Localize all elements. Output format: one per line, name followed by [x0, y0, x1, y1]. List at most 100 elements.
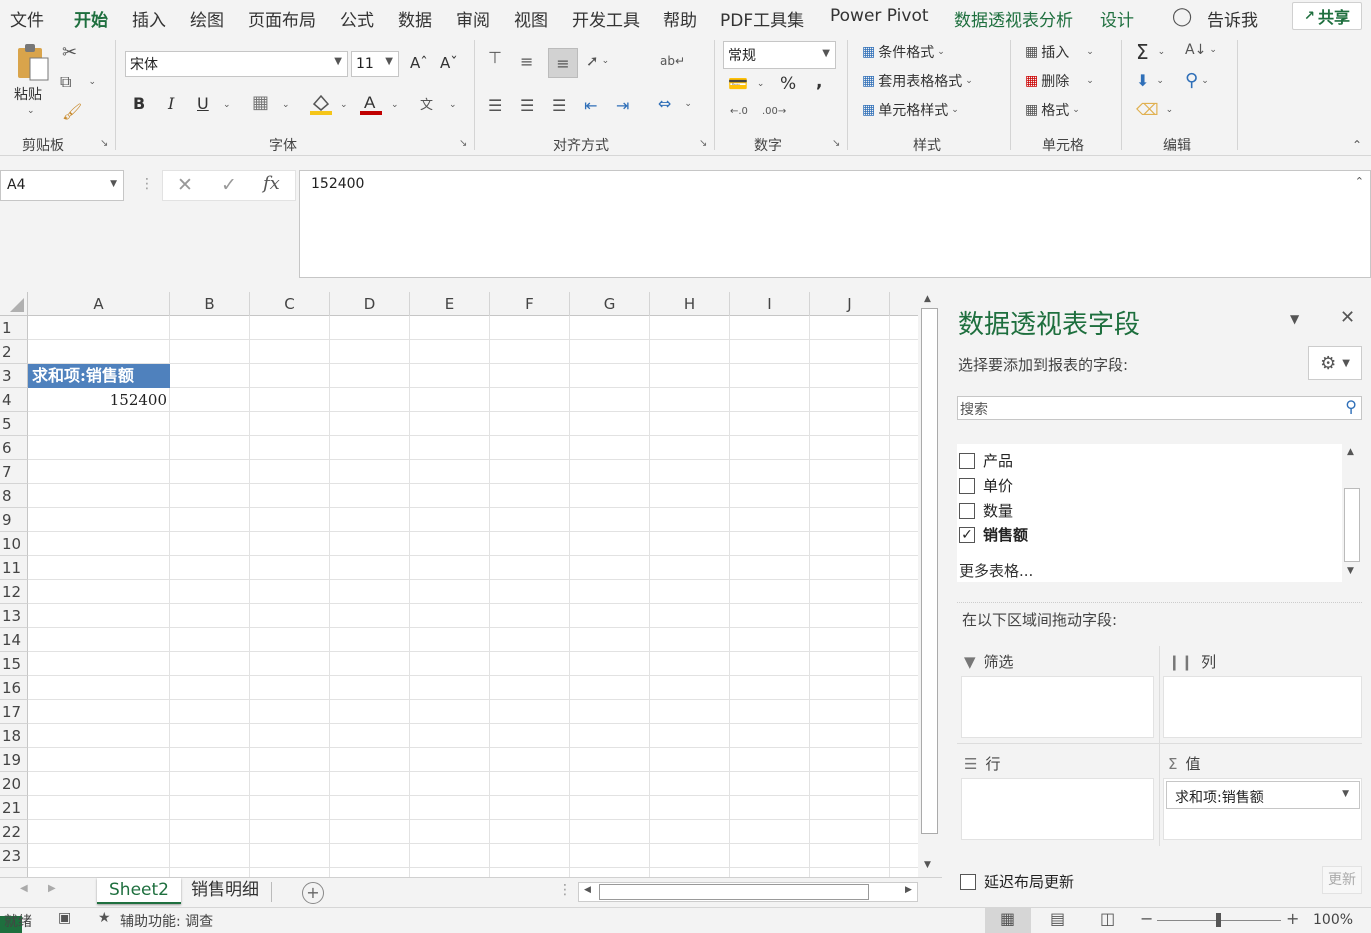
- fill-color-dropdown[interactable]: ⌄: [340, 100, 348, 110]
- format-as-table-button[interactable]: ▦ 套用表格格式 ⌄: [862, 71, 973, 91]
- phonetic-icon[interactable]: 文: [420, 94, 433, 113]
- chevron-down-icon[interactable]: ▼: [110, 179, 117, 189]
- align-middle-icon[interactable]: ≡: [520, 52, 533, 71]
- tab-split-grip-icon[interactable]: ⋮: [558, 882, 572, 898]
- field-checkbox[interactable]: [959, 452, 975, 469]
- horizontal-scroll-thumb[interactable]: [599, 884, 869, 900]
- row-header-1[interactable]: 1: [0, 316, 28, 340]
- wrap-text-icon[interactable]: ab↵: [660, 54, 685, 68]
- accessibility-icon[interactable]: ★: [98, 910, 111, 926]
- accessibility-status[interactable]: 辅助功能: 调查: [120, 911, 213, 931]
- paste-icon[interactable]: [14, 42, 50, 82]
- row-header-7[interactable]: 7: [0, 460, 28, 484]
- comma-button[interactable]: ,: [816, 72, 822, 92]
- tab-review[interactable]: 审阅: [456, 6, 490, 31]
- number-format-select[interactable]: 常规 ▼: [723, 41, 836, 69]
- zoom-level[interactable]: 100%: [1313, 912, 1353, 928]
- column-header-a[interactable]: A: [28, 292, 170, 316]
- conditional-format-button[interactable]: ▦ 条件格式 ⌄: [862, 42, 945, 62]
- tab-power-pivot[interactable]: Power Pivot: [830, 6, 929, 26]
- defer-checkbox[interactable]: [960, 873, 976, 890]
- insert-cells-button[interactable]: ▦ 插入 ⌄: [1025, 42, 1094, 62]
- alignment-launcher-icon[interactable]: ↘: [699, 138, 707, 149]
- scroll-left-icon[interactable]: ◀: [584, 885, 591, 895]
- delete-cells-button[interactable]: ▦ 删除 ⌄: [1025, 71, 1094, 91]
- columns-drop-area[interactable]: [1163, 676, 1362, 738]
- field-list-scroll-thumb[interactable]: [1344, 488, 1360, 562]
- increase-decimal-icon[interactable]: ←.0: [730, 106, 748, 117]
- tab-draw[interactable]: 绘图: [190, 6, 224, 31]
- decrease-decimal-icon[interactable]: .00→: [762, 106, 786, 117]
- underline-button[interactable]: U: [197, 94, 209, 113]
- enter-icon[interactable]: ✓: [221, 174, 237, 196]
- row-header-13[interactable]: 13: [0, 604, 28, 628]
- column-header-j[interactable]: J: [810, 292, 890, 316]
- align-bottom-icon[interactable]: ≡: [548, 48, 578, 78]
- column-header-c[interactable]: C: [250, 292, 330, 316]
- borders-dropdown[interactable]: ⌄: [282, 100, 290, 110]
- zoom-in-icon[interactable]: +: [1286, 909, 1299, 928]
- row-header-9[interactable]: 9: [0, 508, 28, 532]
- align-center-icon[interactable]: ☰: [520, 96, 534, 115]
- field-item-product[interactable]: 产品: [959, 450, 1013, 471]
- chevron-down-icon[interactable]: ▼: [1342, 789, 1349, 799]
- cut-icon[interactable]: ✂: [62, 42, 77, 63]
- fill-color-icon[interactable]: [310, 92, 332, 116]
- row-header-4[interactable]: 4: [0, 388, 28, 412]
- row-header-22[interactable]: 22: [0, 820, 28, 844]
- paste-dropdown[interactable]: ⌄: [27, 106, 35, 116]
- tab-data[interactable]: 数据: [398, 6, 432, 31]
- font-size-select[interactable]: 11 ▼: [351, 51, 399, 77]
- field-item-quantity[interactable]: 数量: [959, 500, 1013, 521]
- align-top-icon[interactable]: ⊤: [488, 48, 502, 67]
- tab-formulas[interactable]: 公式: [340, 6, 374, 31]
- find-select-icon[interactable]: ⚲ ⌄: [1185, 70, 1209, 91]
- collapse-ribbon-icon[interactable]: ⌃: [1352, 138, 1362, 152]
- font-launcher-icon[interactable]: ↘: [459, 138, 467, 149]
- row-header-21[interactable]: 21: [0, 796, 28, 820]
- row-header-12[interactable]: 12: [0, 580, 28, 604]
- bold-button[interactable]: B: [133, 94, 145, 113]
- row-header-20[interactable]: 20: [0, 772, 28, 796]
- percent-button[interactable]: %: [780, 74, 796, 94]
- layout-tools-button[interactable]: ⚙ ▼: [1308, 346, 1362, 380]
- pivot-sum-header-cell[interactable]: 求和项:销售额: [28, 364, 170, 388]
- tab-file[interactable]: 文件: [10, 6, 44, 31]
- values-drop-area[interactable]: 求和项:销售额 ▼: [1163, 778, 1362, 840]
- align-right-icon[interactable]: ☰: [552, 96, 566, 115]
- column-header-d[interactable]: D: [330, 292, 410, 316]
- format-painter-icon[interactable]: 🖌: [62, 102, 82, 121]
- underline-dropdown[interactable]: ⌄: [223, 100, 231, 110]
- field-checkbox[interactable]: [959, 477, 975, 494]
- worksheet-grid[interactable]: ABCDEFGHIJ 1 2 3 4 5 6 7 8 9 10 11 12 13 14 15 16 17 18 19…: [0, 292, 918, 877]
- add-sheet-icon[interactable]: +: [302, 882, 324, 904]
- field-list-scrollbar[interactable]: ▲ ▼: [1342, 444, 1362, 582]
- fill-icon[interactable]: ⬇ ⌄: [1136, 71, 1164, 90]
- clear-icon[interactable]: ⌫ ⌄: [1136, 100, 1173, 119]
- rows-drop-area[interactable]: [961, 778, 1154, 840]
- value-field-item[interactable]: 求和项:销售额 ▼: [1166, 781, 1360, 809]
- increase-indent-icon[interactable]: ⇥: [616, 96, 629, 115]
- column-header-i[interactable]: I: [730, 292, 810, 316]
- row-header-8[interactable]: 8: [0, 484, 28, 508]
- italic-button[interactable]: I: [168, 94, 174, 113]
- more-tables-link[interactable]: 更多表格...: [959, 560, 1033, 581]
- font-color-icon[interactable]: A: [360, 92, 382, 116]
- autosum-icon[interactable]: Σ ⌄: [1136, 40, 1165, 64]
- column-header-g[interactable]: G: [570, 292, 650, 316]
- horizontal-scrollbar[interactable]: ◀ ▶: [578, 882, 918, 902]
- filters-drop-area[interactable]: [961, 676, 1154, 738]
- row-header-14[interactable]: 14: [0, 628, 28, 652]
- tab-developer[interactable]: 开发工具: [572, 6, 640, 31]
- tab-home[interactable]: 开始: [74, 6, 108, 37]
- sheet-tab-sheet2[interactable]: Sheet2: [97, 878, 181, 904]
- column-header-h[interactable]: H: [650, 292, 730, 316]
- vertical-scrollbar[interactable]: ▲ ▼: [918, 292, 942, 877]
- align-left-icon[interactable]: ☰: [488, 96, 502, 115]
- prev-sheet-icon[interactable]: ◀: [20, 883, 28, 894]
- defer-layout-update-checkbox[interactable]: 延迟布局更新: [960, 871, 1074, 892]
- share-button[interactable]: ↗ 共享: [1292, 2, 1362, 30]
- orientation-icon[interactable]: ➚ ⌄: [586, 52, 609, 70]
- column-header-f[interactable]: F: [490, 292, 570, 316]
- number-launcher-icon[interactable]: ↘: [832, 138, 840, 149]
